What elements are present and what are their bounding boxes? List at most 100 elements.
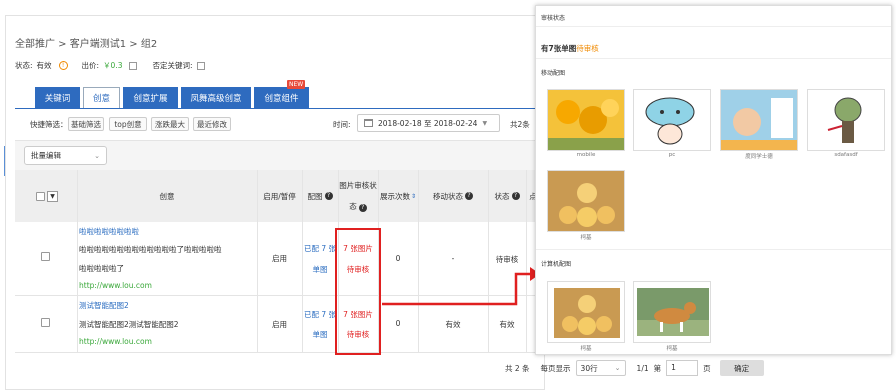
tab-keywords[interactable]: 关键词 [35,87,80,108]
help-icon[interactable]: ? [358,204,367,212]
page-info: 1/1 [636,363,649,373]
status-row: 状态: 有效 ! 出价: ￥0.3 否定关键词: [15,60,205,71]
date-range-picker[interactable]: 2018-02-18 至 2018-02-24 ▼ [357,114,500,132]
negative-keyword-label: 否定关键词: [152,61,193,70]
per-page-label: 每页显示 [540,363,571,373]
quick-filter-label: 快捷筛选： [30,120,68,129]
panel-summary: 有7张单图待审核 [541,43,599,54]
thumb-caption: 度同学士德 [745,154,773,160]
confirm-button[interactable]: 确定 [719,360,764,376]
mobile-section-title: 移动配图 [541,70,566,77]
select-all-dropdown[interactable]: ▼ [47,191,58,202]
config-link[interactable]: 已配 7 张 [302,243,338,254]
creative-title[interactable]: 测试智能配图2 [79,300,129,311]
header-label: 启用/暂停 [263,191,296,201]
filter-chip-basic[interactable]: 基础筛选 [68,117,104,131]
panel-divider [536,58,891,59]
header-mobile-status: 移动状态? [418,170,488,222]
thumb-caption: sdafasdf [834,152,858,158]
summary-prefix: 有7张单图 [541,44,577,53]
help-icon[interactable]: ? [465,192,473,200]
bid-edit-icon[interactable] [128,61,137,70]
tab-label: 关键词 [44,93,71,104]
tab-label: 创意 [92,94,110,104]
header-label: 创意 [159,191,175,201]
tab-creative-components[interactable]: 创意组件 [254,87,309,108]
creative-title[interactable]: 啦啦啦啦啦啦啦啦 [79,226,139,237]
tab-label: 凤舞高级创意 [190,93,242,104]
thumb-caption: 柯基 [666,346,678,352]
tab-underline [15,108,540,109]
help-icon[interactable]: ? [511,192,520,200]
total-count-top: 共2条 [510,120,530,129]
negative-keyword-edit-icon[interactable] [196,61,205,70]
calendar-icon [364,119,373,127]
creative-desc: 啦啦啦啦啦了 [79,264,124,273]
row-checkbox[interactable] [41,252,50,261]
status-value: 有效 [499,320,515,329]
plush-dogs-image[interactable] [547,281,625,343]
header-impressions[interactable]: 展示次数 ⇕ [378,170,418,222]
tab-creative[interactable]: 创意 [83,87,120,108]
bid-value: ￥0.3 [103,61,123,70]
filter-chip-change[interactable]: 涨跌最大 [151,117,189,131]
impressions-value: 0 [395,319,401,328]
select-all-checkbox[interactable] [36,192,45,201]
header-label: 态 [349,202,357,211]
arrow-annotation [382,267,540,306]
date-range-value: 2018-02-18 至 2018-02-24 [378,118,478,128]
thumb-caption: 柯基 [580,235,592,241]
header-label: 配图 [307,191,323,201]
goto-page-input[interactable]: 1 [666,360,699,376]
thumb-caption: mobile [576,152,596,158]
row-checkbox[interactable] [41,318,50,327]
cartoon-mushroom-image[interactable] [633,89,711,151]
col-divider [77,170,78,352]
panel-title: 审核状态 [541,15,566,22]
help-icon[interactable]: ? [324,192,333,200]
chevron-down-icon: ⌄ [94,151,100,160]
sort-icon[interactable]: ⇕ [411,193,416,200]
breadcrumb: 全部推广 > 客户端测试1 > 组2 [15,39,158,50]
config-link[interactable]: 单图 [302,264,338,275]
status-help-icon: ! [58,61,68,70]
new-badge: NEW [287,80,306,89]
summary-status: 待审核 [576,44,599,53]
per-page-value: 30行 [580,363,598,373]
config-link[interactable]: 单图 [302,329,338,340]
page-suffix: 页 [703,363,711,373]
per-page-select[interactable]: 30行 ⌄ [575,360,626,376]
pagination: 共 2 条 每页显示 30行 ⌄ 1/1 第 1 页 确定 [505,360,764,376]
creative-url[interactable]: http://www.lou.com [79,337,152,346]
toggle-value[interactable]: 启用 [257,319,302,330]
bulk-edit-label: 批量编辑 [31,151,61,160]
zombie-image[interactable] [807,89,885,151]
tab-advanced-creative[interactable]: 凤舞高级创意 [181,87,251,108]
tulip-image[interactable] [547,89,625,151]
chip-label: top创意 [114,119,142,129]
chevron-down-icon: ⌄ [614,364,621,372]
chip-label: 最近修改 [197,119,227,129]
filter-chip-recent[interactable]: 最近修改 [193,117,231,131]
tab-creative-extension[interactable]: 创意扩展 [123,87,178,108]
bulk-edit-select[interactable]: 批量编辑 ⌄ [24,146,107,165]
tab-label: 创意组件 [264,93,299,104]
corgi-image[interactable] [633,281,711,343]
header-label: 移动状态 [433,191,463,201]
creative-url[interactable]: http://www.lou.com [79,281,152,290]
anime-character-image[interactable] [720,89,798,151]
toggle-value[interactable]: 启用 [257,253,302,264]
bid-label: 出价: [81,61,100,70]
filter-chip-top[interactable]: top创意 [109,117,147,131]
creative-desc: 测试智能配图2测试智能配图2 [79,320,179,329]
header-status: 状态? [488,170,526,222]
goto-page-value: 1 [671,363,676,372]
header-toggle: 启用/暂停 [257,170,302,222]
creative-desc: 啦啦啦啦啦啦啦啦啦啦啦啦啦了啦啦啦啦啦 [79,245,222,254]
col-divider [302,170,303,352]
panel-divider [536,26,891,27]
plush-dogs-image[interactable] [547,170,625,232]
goto-label: 第 [653,363,662,373]
header-creative: 创意 [77,170,257,222]
config-link[interactable]: 已配 7 张 [302,309,338,320]
